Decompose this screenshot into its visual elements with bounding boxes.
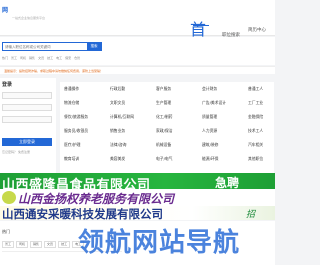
- hot-word[interactable]: 仓管: [74, 56, 80, 60]
- bottom-tag[interactable]: 技工: [58, 241, 71, 248]
- search-row: 搜索 热门 普工 司机 销售 文员 技工 电工 保安 仓管: [0, 37, 275, 65]
- nav-resume-label[interactable]: 简历中心: [248, 28, 266, 33]
- site-header: 网 一站式企业信息服务平台 首页 职位搜索 简历中心: [0, 0, 275, 63]
- notice-text: 温馨提示：提防招聘诈骗，求职过程中请勿缴纳任何费用，谨防上当受骗！: [4, 69, 104, 73]
- nav-resume[interactable]: 简历中心: [248, 16, 268, 35]
- category-link[interactable]: 家政/保洁: [156, 128, 172, 134]
- category-link[interactable]: 文职文员: [110, 100, 125, 106]
- page: 网 一站式企业信息服务平台 首页 职位搜索 简历中心 搜索 热门 普工 司机 销…: [0, 0, 275, 265]
- hot-word[interactable]: 司机: [20, 56, 26, 60]
- category-link[interactable]: 能源/环保: [202, 156, 218, 162]
- hot-word[interactable]: 销售: [29, 56, 35, 60]
- sidebar-title: 登录: [2, 82, 13, 88]
- hot-word[interactable]: 保安: [65, 56, 71, 60]
- category-link[interactable]: 美容美发: [110, 156, 125, 162]
- ad-banner-1-tag: 急聘: [215, 176, 240, 189]
- password-field[interactable]: [2, 104, 52, 111]
- category-link[interactable]: 质量管理: [202, 114, 217, 120]
- category-link[interactable]: 其他职位: [248, 156, 263, 162]
- bottom-label: 热门: [2, 229, 10, 234]
- login-button[interactable]: 立即登录: [2, 138, 52, 146]
- username-field[interactable]: [2, 92, 52, 99]
- bottom-tag[interactable]: 文员: [44, 241, 57, 248]
- category-link[interactable]: 人力资源: [202, 128, 217, 134]
- notice-bar: 温馨提示：提防招聘诈骗，求职过程中请勿缴纳任何费用，谨防上当受骗！: [0, 66, 275, 74]
- category-link[interactable]: 汽车相关: [248, 142, 263, 148]
- category-link[interactable]: 会计财务: [202, 86, 217, 92]
- category-link[interactable]: 电子/电气: [156, 156, 172, 162]
- category-link[interactable]: 生产管理: [156, 100, 171, 106]
- category-link[interactable]: 金融保险: [248, 114, 263, 120]
- bottom-tag[interactable]: 普工: [2, 241, 15, 248]
- category-link[interactable]: 销售业务: [110, 128, 125, 134]
- sidebar-links[interactable]: 忘记密码？ 免费注册: [2, 150, 30, 154]
- hot-words: 热门 普工 司机 销售 文员 技工 电工 保安 仓管: [2, 56, 80, 60]
- hot-word[interactable]: 文员: [38, 56, 44, 60]
- category-link[interactable]: 建筑/装修: [202, 142, 218, 148]
- category-link[interactable]: 客户服务: [156, 86, 171, 92]
- hot-word[interactable]: 电工: [56, 56, 62, 60]
- category-link[interactable]: 化工/制药: [156, 114, 172, 120]
- globe-icon: [2, 191, 16, 204]
- watermark: 领航网站导航: [78, 228, 241, 258]
- captcha-field[interactable]: [2, 116, 52, 123]
- hot-word[interactable]: 普工: [11, 56, 17, 60]
- category-link[interactable]: 技术工人: [248, 128, 263, 134]
- ad-banner-2-title: 山西金扬权养老服务有限公司: [18, 192, 175, 206]
- ad-banner-1[interactable]: 山西盛隆昌食品有限公司 急聘: [0, 173, 275, 189]
- category-link[interactable]: 计算机/互联网: [110, 114, 134, 120]
- category-link[interactable]: 物流仓储: [64, 100, 79, 106]
- category-link[interactable]: 普通操作: [64, 86, 79, 92]
- category-link[interactable]: 餐饮/旅游服务: [64, 114, 88, 120]
- search-button[interactable]: 搜索: [87, 43, 101, 50]
- site-tagline: 一站式企业信息服务平台: [12, 16, 46, 20]
- bottom-tags: 普工 司机 销售 文员 技工 电工: [2, 241, 85, 248]
- category-link[interactable]: 机械设备: [156, 142, 171, 148]
- hot-word[interactable]: 技工: [47, 56, 53, 60]
- ad-banner-1-title: 山西盛隆昌食品有限公司: [2, 178, 151, 189]
- site-logo[interactable]: 网: [2, 7, 8, 14]
- bottom-tag[interactable]: 销售: [30, 241, 43, 248]
- ad-banner-3-tag: 招: [246, 210, 256, 220]
- category-link[interactable]: 行政后勤: [110, 86, 125, 92]
- category-link[interactable]: 服务员/收银员: [64, 128, 88, 134]
- bottom-tag[interactable]: 司机: [16, 241, 29, 248]
- category-link[interactable]: 法律/咨询: [110, 142, 126, 148]
- category-grid: 普通操作 行政后勤 客户服务 会计财务 普通工人 物流仓储 文职文员 生产管理 …: [60, 82, 274, 174]
- search-box: 搜索: [2, 42, 102, 51]
- category-link[interactable]: 医疗/护理: [64, 142, 80, 148]
- category-link[interactable]: 教育培训: [64, 156, 79, 162]
- hot-word[interactable]: 热门: [2, 56, 8, 60]
- ad-banner-3[interactable]: 山西通安采暖科技发展有限公司 招: [0, 206, 275, 220]
- login-sidebar: 登录 立即登录 忘记密码？ 免费注册: [0, 78, 56, 174]
- category-link[interactable]: 广告/美术设计: [202, 100, 226, 106]
- category-link[interactable]: 工厂工业: [248, 100, 263, 106]
- ad-banner-3-title: 山西通安采暖科技发展有限公司: [2, 207, 163, 220]
- search-input[interactable]: [5, 44, 85, 50]
- ad-banner-2[interactable]: 山西金扬权养老服务有限公司: [0, 189, 275, 206]
- category-link[interactable]: 普通工人: [248, 86, 263, 92]
